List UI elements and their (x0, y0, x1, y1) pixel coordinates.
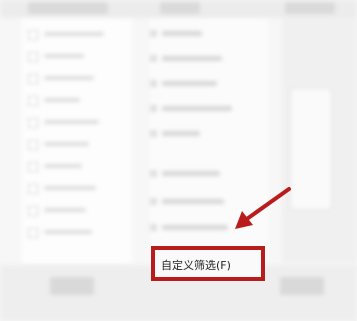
arrow-pointer-icon (235, 187, 291, 229)
